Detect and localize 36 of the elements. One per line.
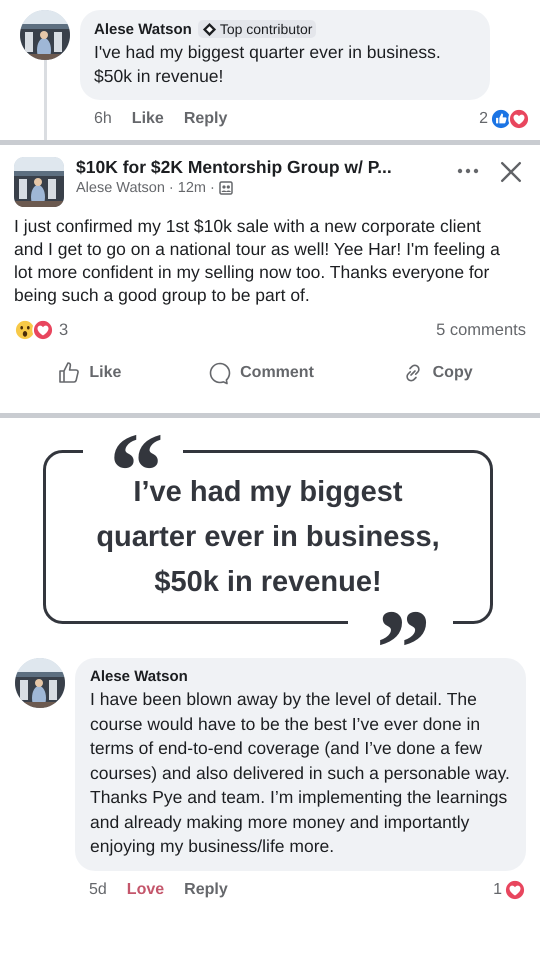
post-action-button[interactable]: Like — [57, 361, 122, 385]
quote-text: I’ve had my biggest quarter ever in business, $50k in revenue! — [95, 474, 441, 600]
post-action-button[interactable]: Copy — [400, 361, 473, 385]
separator-dot: · — [168, 180, 174, 196]
post-text: I just confirmed my 1st $10k sale with a new corporate client and I get to go on a national tour as well! Yee Har! I'm feeling a lot more confident in my selling now too. Thanks everyone for being such a good group to be part of. — [14, 215, 501, 307]
like-reaction-icon — [490, 108, 512, 130]
comment-action[interactable]: Reply — [184, 110, 228, 128]
post-action-button[interactable]: Comment — [208, 361, 314, 385]
author-name[interactable]: Alese Watson — [94, 20, 192, 38]
reaction-count: 2 — [479, 110, 488, 128]
comment-action[interactable]: Like — [132, 110, 164, 128]
separator-dot: · — [210, 180, 215, 196]
post-time: 12m — [178, 180, 206, 196]
comment-action[interactable]: Reply — [184, 880, 228, 898]
author-name[interactable]: Alese Watson — [90, 668, 512, 685]
speech-bubble-icon — [208, 361, 232, 385]
reaction-count[interactable]: 3 — [59, 320, 68, 340]
reaction-count: 1 — [493, 880, 502, 898]
close-quote-mark: ” — [376, 607, 431, 645]
comment-text: I have been blown away by the level of detail. The course would have to be the best I’ve ever done in terms of end-to-end coverage (and I’ve done a few courses) and also delivered in such a personable way. Thanks Pye and team. I’m implementing the learnings and already making more money and importantly enjoying my business/life more. — [90, 688, 511, 858]
comment-time: 6h — [94, 110, 112, 128]
post-author[interactable]: Alese Watson — [76, 180, 165, 196]
group-name[interactable]: $10K for $2K Mentorship Group w/ P... — [76, 157, 440, 178]
diamond-icon — [202, 22, 217, 36]
members-icon — [218, 181, 233, 195]
surprised-reaction-icon — [14, 319, 36, 341]
thumbs-up-icon — [57, 361, 82, 385]
heart-reaction-icon — [32, 319, 54, 341]
heart-reaction-icon — [508, 108, 530, 130]
badge-label: Top contributor — [220, 21, 312, 37]
comment-text: I've had my biggest quarter ever in business. $50k in revenue! — [94, 41, 442, 88]
comment-time: 5d — [89, 880, 107, 898]
open-quote-mark: “ — [109, 430, 164, 468]
comment-action[interactable]: Love — [126, 880, 164, 898]
comments-count[interactable]: 5 comments — [436, 320, 526, 340]
heart-reaction-icon — [504, 878, 526, 900]
